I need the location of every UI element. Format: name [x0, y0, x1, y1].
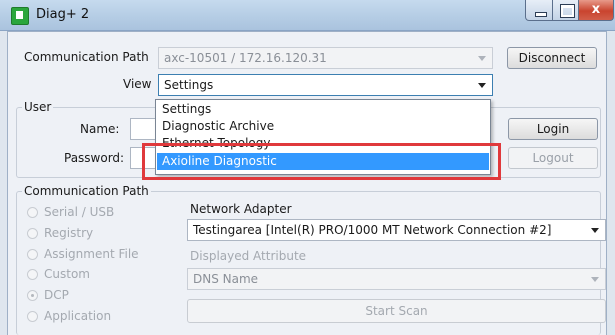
network-adapter-label: Network Adapter	[190, 202, 292, 216]
maximize-button[interactable]	[552, 0, 579, 21]
chevron-down-icon	[478, 56, 486, 61]
view-value: Settings	[164, 78, 214, 92]
title-bar[interactable]: Diag+ 2 x	[0, 0, 615, 31]
radio-circle	[27, 269, 38, 280]
radio-circle	[27, 228, 38, 239]
displayed-attribute-value: DNS Name	[193, 272, 259, 286]
chevron-down-icon	[591, 277, 599, 282]
close-icon: x	[591, 2, 601, 17]
disconnect-button[interactable]: Disconnect	[507, 47, 597, 69]
chevron-down-icon	[591, 228, 599, 233]
radio-label: Assignment File	[44, 247, 139, 261]
radio-label: Registry	[44, 226, 94, 240]
radio-label: DCP	[44, 288, 69, 302]
comm-path-select: axc-10501 / 172.16.120.31	[158, 47, 493, 69]
radio-label: Serial / USB	[44, 205, 115, 219]
radio-label: Application	[44, 309, 112, 323]
minimize-icon	[535, 12, 547, 17]
chevron-down-icon	[478, 83, 486, 88]
login-button[interactable]: Login	[508, 118, 598, 140]
name-label: Name:	[80, 122, 120, 136]
radio-circle-checked	[27, 290, 38, 301]
window-title: Diag+ 2	[36, 7, 90, 22]
comm-path-group-label: Communication Path	[22, 184, 151, 198]
comm-path-label: Communication Path	[24, 50, 149, 64]
logout-button: Logout	[508, 147, 598, 169]
close-button[interactable]: x	[578, 0, 614, 21]
displayed-attribute-label: Displayed Attribute	[190, 249, 307, 263]
highlight-annotation	[142, 143, 501, 180]
radio-label: Custom	[44, 267, 90, 281]
dropdown-option-diagnostic-archive[interactable]: Diagnostic Archive	[157, 119, 489, 134]
dropdown-option-settings[interactable]: Settings	[157, 102, 489, 117]
radio-circle	[27, 249, 38, 260]
app-icon	[11, 7, 29, 25]
view-label: View	[123, 77, 152, 91]
password-label: Password:	[64, 151, 125, 165]
maximize-icon	[560, 4, 575, 18]
displayed-attribute-select: DNS Name	[187, 268, 606, 290]
user-group-label: User	[22, 100, 54, 114]
radio-circle	[27, 311, 38, 322]
start-scan-button: Start Scan	[187, 299, 606, 323]
network-adapter-select[interactable]: Testingarea [Intel(R) PRO/1000 MT Networ…	[187, 219, 606, 241]
app-window: Diag+ 2 x Communication Path axc-10501 /…	[0, 0, 615, 335]
radio-circle	[27, 207, 38, 218]
network-adapter-value: Testingarea [Intel(R) PRO/1000 MT Networ…	[193, 223, 552, 237]
comm-path-value: axc-10501 / 172.16.120.31	[164, 51, 327, 65]
minimize-button[interactable]	[525, 0, 553, 21]
view-select[interactable]: Settings	[158, 74, 493, 96]
